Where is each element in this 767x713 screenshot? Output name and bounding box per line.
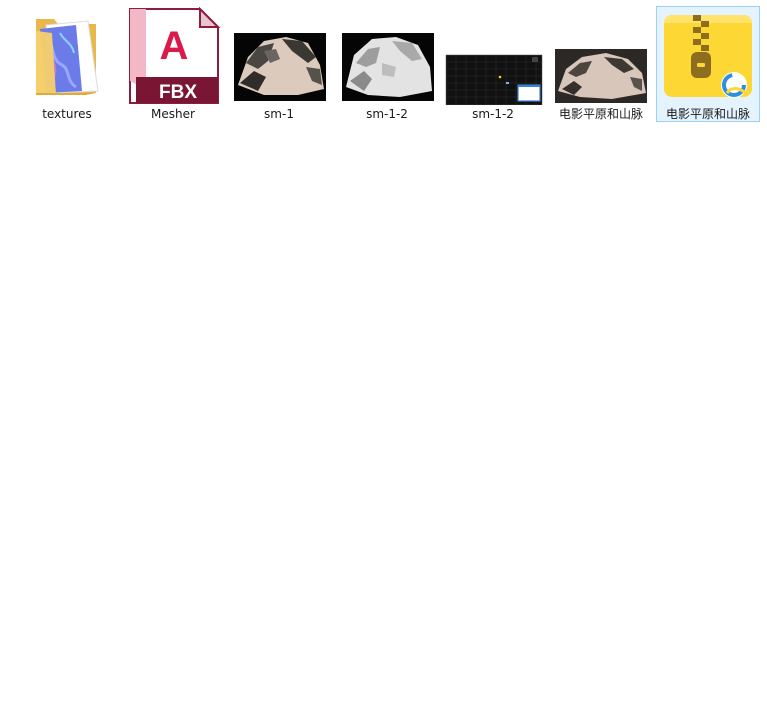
file-name-label: sm-1-2 <box>472 107 514 121</box>
terrain-render-thumbnail <box>550 7 652 105</box>
fbx-badge-text: FBX <box>159 82 197 103</box>
file-item-sm-1-image[interactable]: sm-1 <box>227 6 331 122</box>
autodesk-letter: A <box>160 24 189 68</box>
file-item-movie-plains-archive[interactable]: 电影平原和山脉 <box>656 6 760 122</box>
file-item-movie-plains-image[interactable]: 电影平原和山脉 <box>549 6 653 122</box>
file-name-label: 电影平原和山脉 <box>558 107 643 121</box>
editor-screenshot-thumbnail <box>442 7 544 106</box>
file-name-label: Mesher <box>151 107 195 121</box>
terrain-render-thumbnail <box>336 7 438 105</box>
file-list-view: textures A FBX Mesher sm-1 sm-1-2 sm-1-2… <box>0 0 767 713</box>
file-name-label: 电影平原和山脉 <box>665 107 750 121</box>
zip-archive-icon <box>657 7 759 105</box>
folder-icon <box>16 7 118 105</box>
terrain-render-thumbnail <box>228 7 330 105</box>
file-name-label: textures <box>42 107 92 121</box>
file-name-label: sm-1-2 <box>366 107 408 121</box>
file-item-mesher-fbx[interactable]: A FBX Mesher <box>121 6 225 122</box>
file-item-sm-1-2-image[interactable]: sm-1-2 <box>335 6 439 122</box>
file-item-textures-folder[interactable]: textures <box>15 6 119 122</box>
file-name-label: sm-1 <box>264 107 294 121</box>
fbx-file-icon: A FBX <box>122 6 224 105</box>
file-item-sm-1-2-screenshot[interactable]: sm-1-2 <box>441 6 545 122</box>
